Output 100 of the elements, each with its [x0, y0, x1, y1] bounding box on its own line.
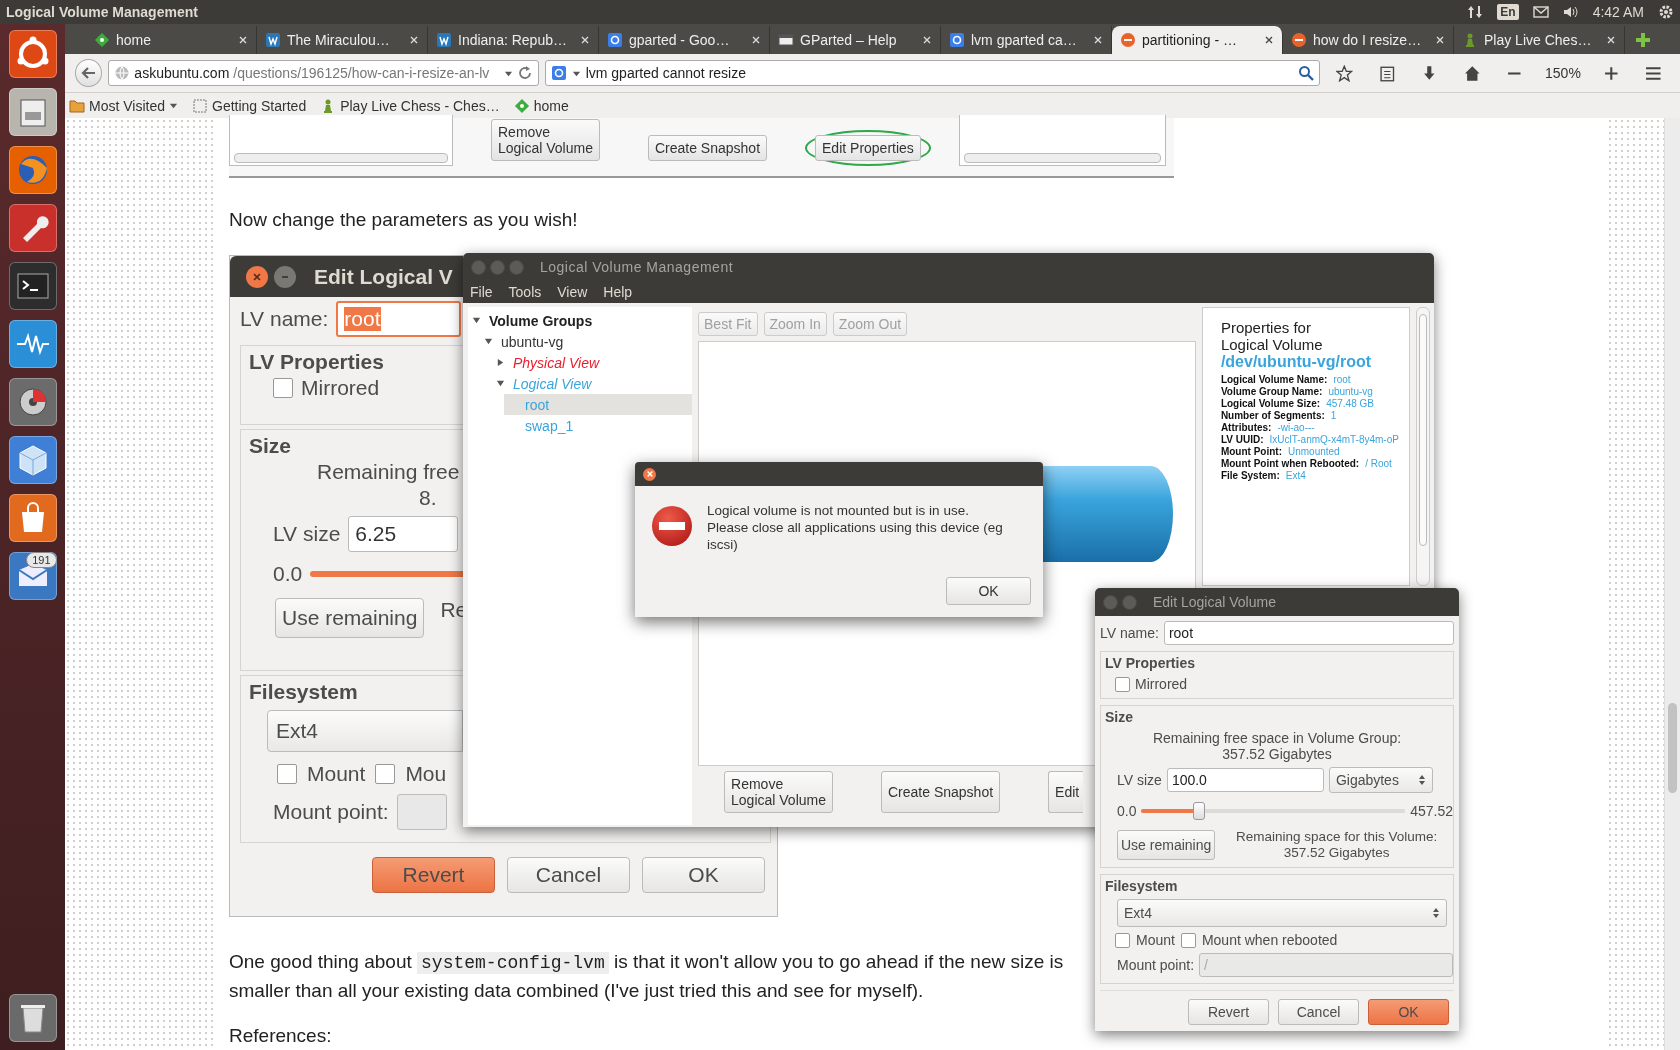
checkbox[interactable]: [1115, 932, 1130, 948]
checkbox-label: Mirrored: [301, 376, 380, 400]
text-field[interactable]: 100.0: [1166, 768, 1324, 792]
star-icon[interactable]: [1336, 64, 1353, 82]
clock[interactable]: 4:42 AM: [1592, 4, 1644, 20]
info-text: Remaining space for this Volume: 357.52 Gigabytes: [1235, 829, 1439, 861]
bookmark[interactable]: Most Visited: [69, 97, 178, 114]
dropdown[interactable]: Gigabytes: [1328, 767, 1433, 793]
collapse-triangle-icon[interactable]: [472, 316, 481, 325]
close-button[interactable]: [643, 467, 656, 481]
property-label: Mount Point when Rebooted:: [1220, 458, 1360, 470]
tree-item[interactable]: Volume Groups: [489, 312, 593, 329]
reload-icon[interactable]: [516, 65, 533, 81]
back-button[interactable]: [75, 59, 103, 87]
property-label: Attributes:: [1220, 422, 1272, 434]
clipboard-icon[interactable]: [1378, 64, 1396, 82]
browser-tab[interactable]: partitioning - …: [1112, 26, 1283, 54]
envelope-icon[interactable]: [1532, 4, 1549, 20]
tree-item[interactable]: Physical View: [513, 354, 600, 371]
launcher-button[interactable]: [8, 994, 57, 1042]
zoom-level-button[interactable]: 150%: [1545, 65, 1581, 81]
gear-icon[interactable]: [1658, 4, 1674, 20]
dropdown-caret-icon[interactable]: [169, 101, 178, 110]
window-title: Edit Logical V: [314, 264, 453, 289]
button[interactable]: Cancel: [507, 857, 630, 893]
dropdown[interactable]: Ext4: [267, 710, 463, 752]
slider-thumb[interactable]: [1193, 802, 1206, 820]
slider-min-label: 0.0: [273, 562, 303, 586]
search-field[interactable]: lvm gparted cannot resize: [544, 60, 1321, 86]
bookmark[interactable]: Getting Started: [192, 97, 307, 114]
home-icon[interactable]: [1463, 64, 1481, 82]
close-icon: [252, 271, 262, 282]
menu-icon[interactable]: [1645, 64, 1662, 82]
launcher-button[interactable]: [8, 30, 57, 78]
bookmark[interactable]: home: [513, 97, 569, 114]
button[interactable]: OK: [1368, 999, 1449, 1025]
button[interactable]: Use remaining: [275, 598, 425, 638]
button[interactable]: Edit: [1048, 771, 1084, 813]
tree-row[interactable]: Volume Groups: [468, 310, 693, 331]
new-tab-button[interactable]: [1635, 32, 1651, 48]
minimize-button[interactable]: [274, 265, 296, 288]
menu-item[interactable]: File: [470, 284, 493, 300]
launcher-button[interactable]: [8, 436, 57, 484]
bookmark[interactable]: Play Live Chess - Ches…: [320, 97, 500, 114]
collapse-triangle-icon[interactable]: [484, 337, 493, 346]
menu-item[interactable]: View: [557, 284, 588, 300]
field-label: LV size: [1117, 772, 1162, 788]
square-badge-icon[interactable]: [550, 65, 567, 81]
tree-row[interactable]: Physical View: [492, 352, 693, 373]
tree-item[interactable]: ubuntu-vg: [501, 333, 564, 350]
launcher-button[interactable]: [8, 320, 57, 368]
menu-item[interactable]: Help: [603, 284, 633, 300]
text-field[interactable]: [396, 794, 447, 830]
scrollbar-thumb[interactable]: [1668, 703, 1677, 793]
button[interactable]: Edit Properties: [815, 135, 921, 161]
info-text: Remaining free space in Volume Group: 357.52 Gigabytes: [1151, 730, 1403, 762]
launcher-button[interactable]: [8, 378, 57, 426]
launcher-button[interactable]: [8, 88, 57, 136]
launcher-button[interactable]: [8, 494, 57, 542]
property-value: root: [1333, 374, 1351, 386]
checkbox[interactable]: [273, 378, 293, 398]
button[interactable]: Create Snapshot: [647, 135, 768, 161]
address-field[interactable]: askubuntu.com /questions/196125/how-can-i-resize-an-lv: [108, 60, 539, 86]
dropdown[interactable]: Ext4: [1117, 899, 1447, 927]
button[interactable]: Revert: [1188, 999, 1269, 1025]
stepper-arrows-icon: [1432, 907, 1440, 919]
zoom-in-button[interactable]: [1602, 64, 1620, 82]
button[interactable]: Remove Logical Volume: [724, 771, 833, 813]
property-value: -wi-ao---: [1277, 422, 1315, 434]
search-icon[interactable]: [1298, 65, 1315, 81]
menu-item[interactable]: Tools: [508, 284, 542, 300]
ok-button[interactable]: OK: [946, 577, 1031, 605]
dashed-square-icon: [192, 97, 208, 114]
button[interactable]: Remove Logical Volume: [491, 119, 600, 161]
square-badge-icon: [607, 32, 623, 48]
checkbox[interactable]: [1180, 932, 1196, 948]
checkbox[interactable]: [277, 764, 297, 784]
text-field[interactable]: 6.25: [348, 516, 459, 552]
keyboard-layout-indicator[interactable]: En: [1497, 4, 1519, 20]
property-value: Unmounted: [1287, 446, 1340, 458]
launcher-button[interactable]: 191: [8, 552, 57, 600]
scrollbar-thumb[interactable]: [1419, 314, 1427, 546]
checkbox[interactable]: [1115, 676, 1130, 692]
close-icon[interactable]: [1264, 35, 1274, 45]
notification-badge: 191: [26, 552, 57, 568]
expand-triangle-icon[interactable]: [496, 358, 505, 367]
button[interactable]: OK: [642, 857, 765, 893]
button[interactable]: Cancel: [1278, 999, 1359, 1025]
speaker-icon[interactable]: [1562, 4, 1579, 20]
button[interactable]: Create Snapshot: [881, 771, 1001, 813]
tree-row[interactable]: ubuntu-vg: [480, 331, 693, 352]
checkbox[interactable]: [375, 764, 396, 784]
property-label: Logical Volume Name:: [1220, 374, 1328, 386]
button[interactable]: Use remaining: [1117, 830, 1216, 860]
collapse-triangle-icon[interactable]: [496, 379, 505, 388]
speech-bubble-icon: [1291, 32, 1307, 48]
volume-path: /dev/ubuntu-vg/root: [1220, 353, 1373, 371]
text-field[interactable]: root: [1163, 621, 1454, 645]
launcher-button[interactable]: [8, 204, 57, 252]
sort-arrows-icon[interactable]: [1467, 4, 1484, 20]
